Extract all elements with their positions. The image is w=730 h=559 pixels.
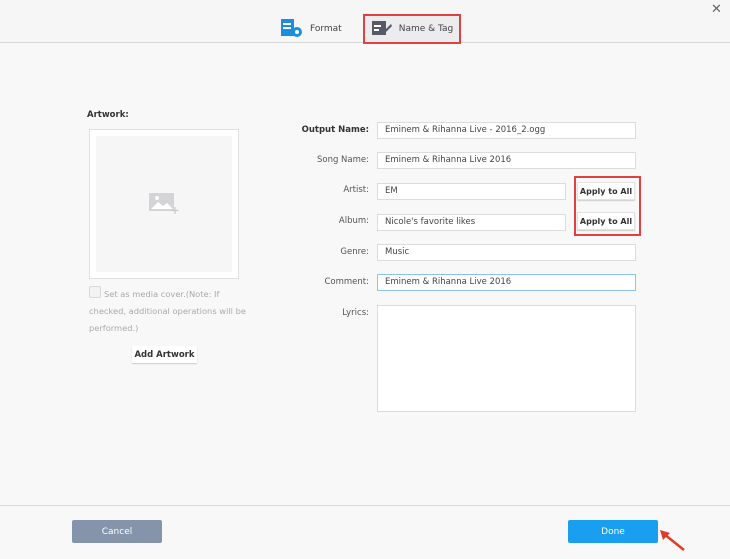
artist-label: Artist: xyxy=(343,185,369,195)
album-input[interactable]: Nicole's favorite likes xyxy=(377,214,566,231)
genre-input[interactable]: Music xyxy=(377,244,636,261)
album-apply-to-all-button[interactable]: Apply to All xyxy=(577,212,635,230)
comment-label: Comment: xyxy=(324,277,369,287)
close-icon[interactable]: ✕ xyxy=(711,2,722,17)
media-cover-note: Set as media cover.(Note: If checked, ad… xyxy=(89,289,246,333)
edit-tag-icon xyxy=(371,19,393,40)
format-icon xyxy=(280,17,304,42)
artist-input[interactable]: EM xyxy=(377,183,566,200)
song-name-input[interactable]: Eminem & Rihanna Live 2016 xyxy=(377,152,636,169)
tab-format[interactable]: Format xyxy=(280,16,342,42)
artist-apply-to-all-button[interactable]: Apply to All xyxy=(577,182,635,200)
lyrics-label: Lyrics: xyxy=(342,308,369,318)
footer-divider xyxy=(0,505,730,506)
arrow-pointer-icon xyxy=(658,528,688,557)
tab-name-and-tag[interactable]: Name & Tag xyxy=(363,14,461,44)
done-button[interactable]: Done xyxy=(568,520,658,543)
comment-input[interactable]: Eminem & Rihanna Live 2016 xyxy=(377,274,636,291)
image-placeholder-icon xyxy=(96,136,232,272)
song-name-label: Song Name: xyxy=(316,155,369,165)
artwork-label: Artwork: xyxy=(87,110,129,120)
genre-label: Genre: xyxy=(340,247,369,257)
cancel-button[interactable]: Cancel xyxy=(72,520,162,543)
album-label: Album: xyxy=(338,216,369,226)
artwork-box[interactable] xyxy=(89,129,239,279)
add-artwork-button[interactable]: Add Artwork xyxy=(132,346,197,363)
tab-format-label: Format xyxy=(310,24,342,34)
lyrics-textarea[interactable] xyxy=(377,305,636,412)
tab-name-and-tag-label: Name & Tag xyxy=(398,24,454,34)
output-name-input[interactable]: Eminem & Rihanna Live - 2016_2.ogg xyxy=(377,122,636,139)
output-name-label: Output Name: xyxy=(301,125,369,135)
